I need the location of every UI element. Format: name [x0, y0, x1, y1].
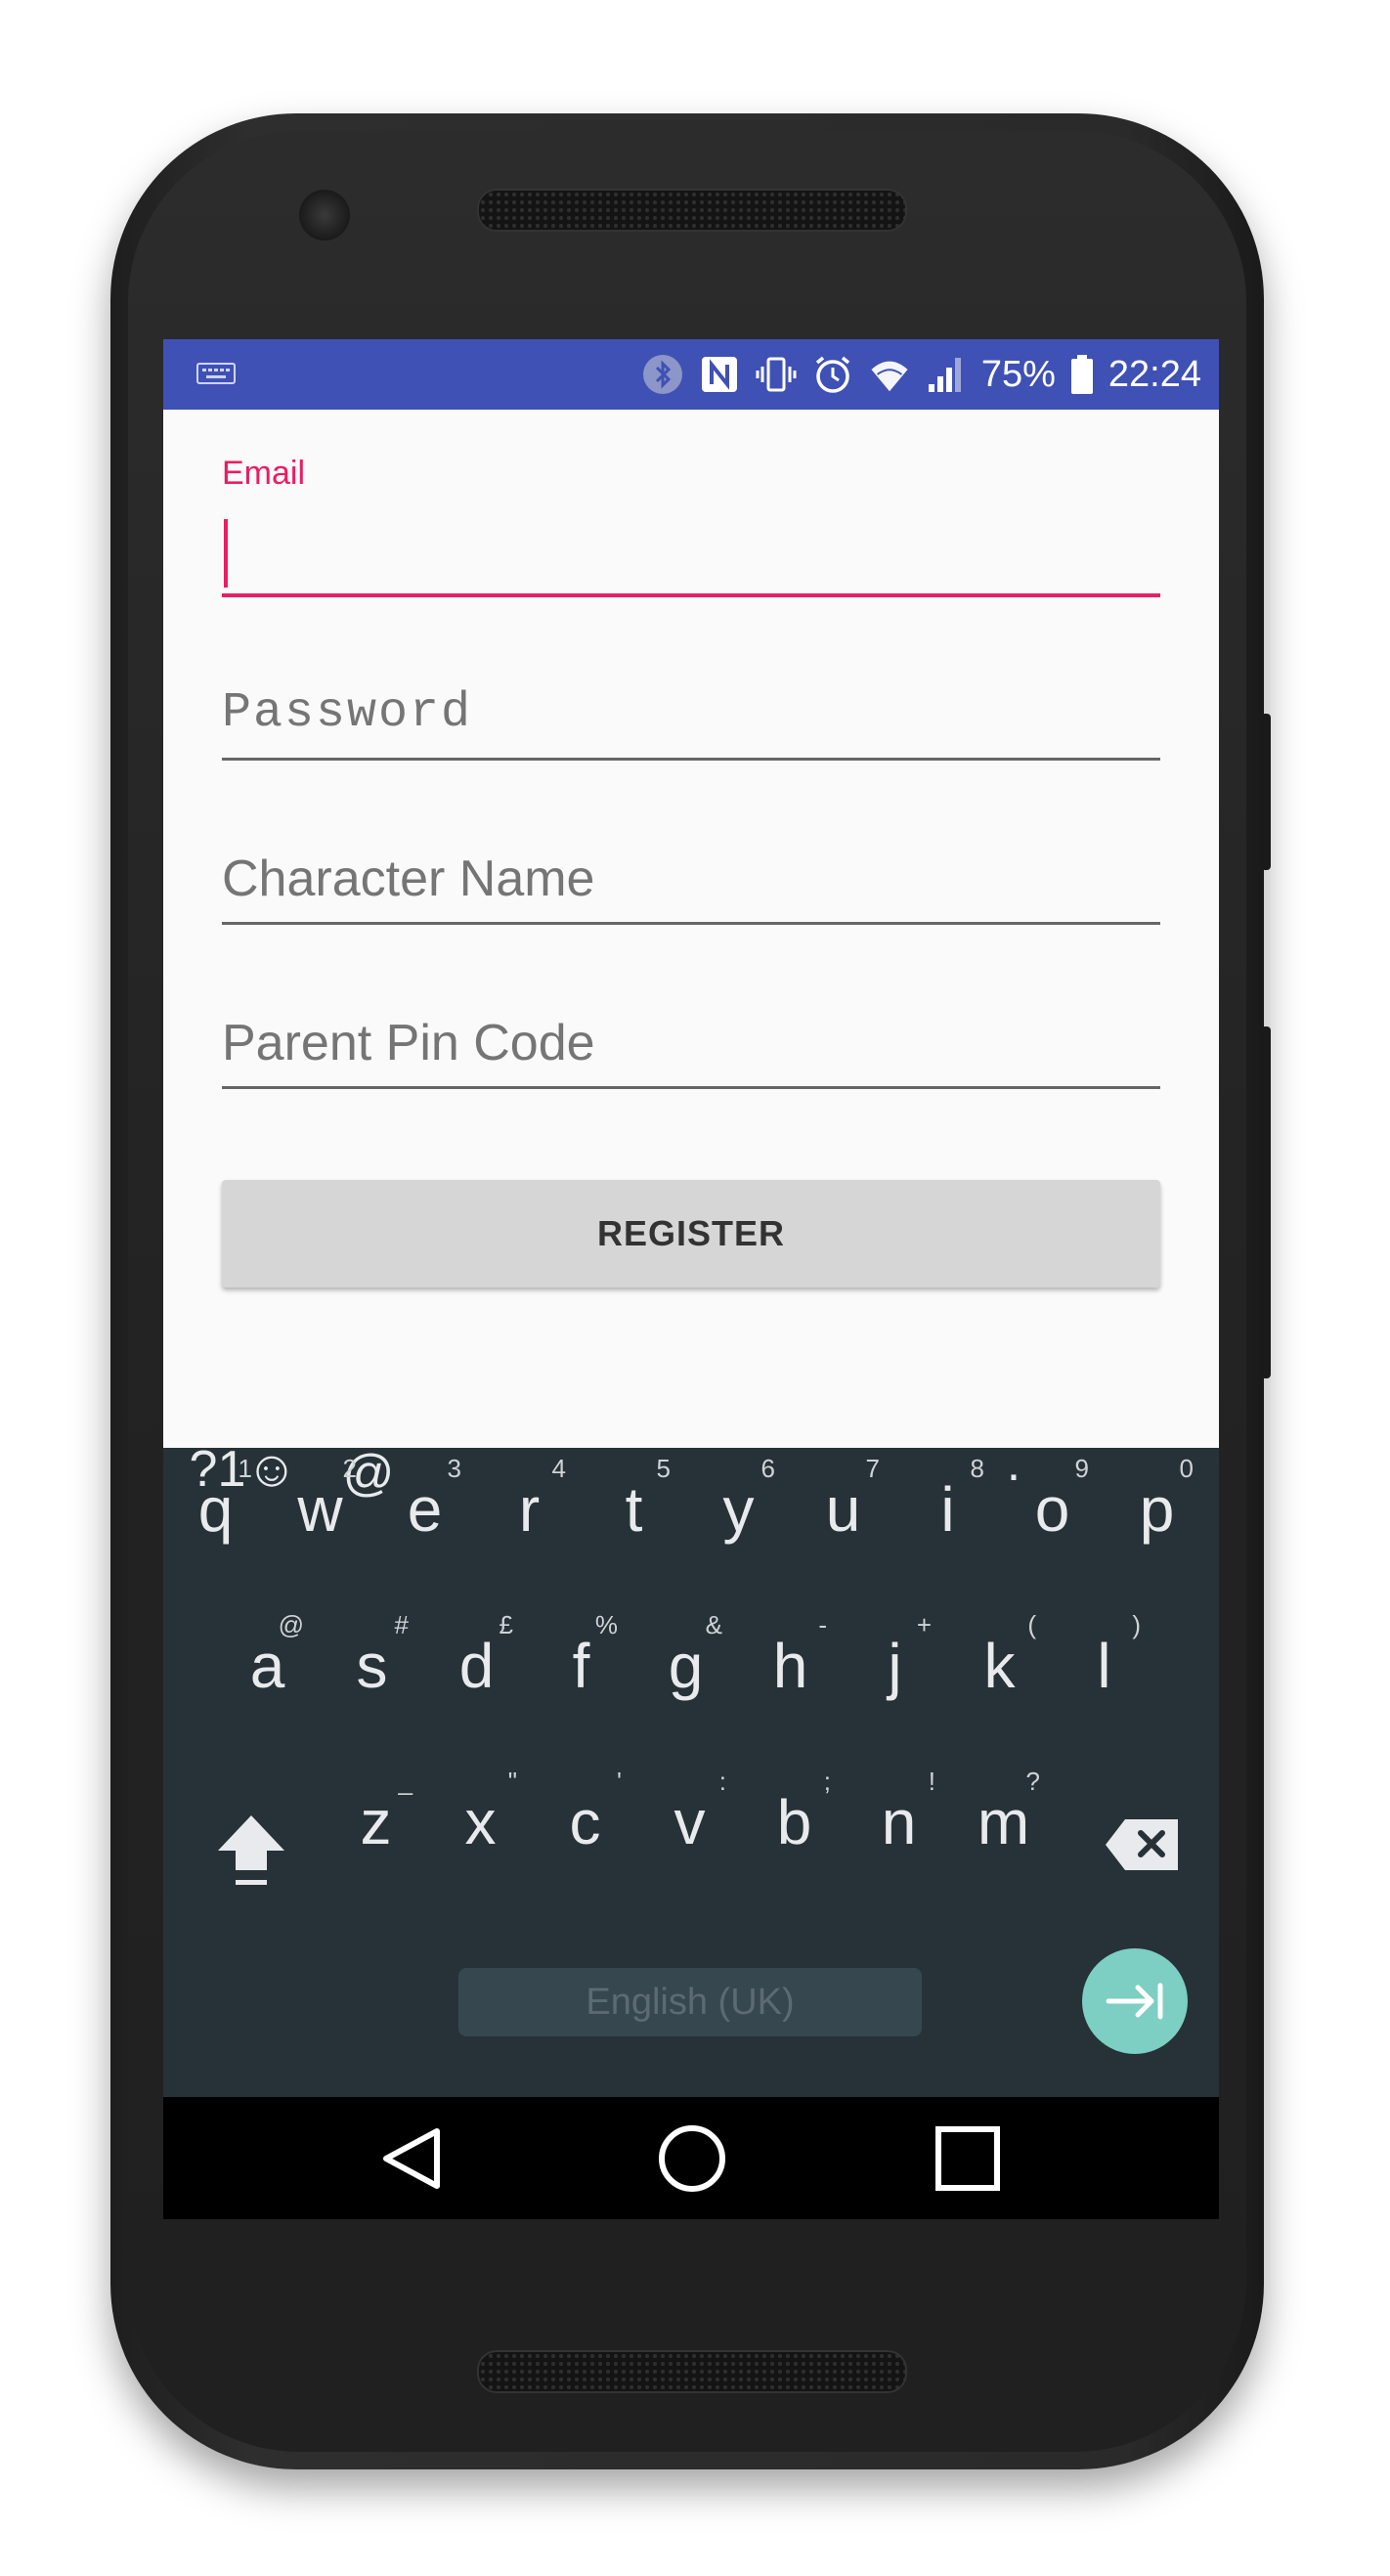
key-label: f — [572, 1631, 590, 1701]
key-t[interactable]: 5t — [582, 1454, 686, 1567]
clock: 22:24 — [1108, 353, 1201, 395]
bottom-speaker — [477, 2350, 907, 2393]
key-q[interactable]: 1q — [163, 1454, 268, 1567]
key-o[interactable]: 9o — [1000, 1454, 1105, 1567]
key-label: e — [407, 1474, 443, 1545]
email-field[interactable] — [222, 505, 1160, 593]
key-r[interactable]: 4r — [477, 1454, 582, 1567]
key-label: m — [977, 1787, 1030, 1857]
nfc-icon — [698, 353, 741, 396]
key-b[interactable]: ; b — [742, 1767, 847, 1880]
key-label: r — [518, 1474, 541, 1545]
character-name-field[interactable]: Character Name — [222, 850, 594, 908]
key-x[interactable]: " x — [428, 1767, 533, 1880]
shift-key[interactable] — [202, 1812, 300, 1899]
key-a[interactable]: @ a — [215, 1610, 320, 1724]
key-label: o — [1034, 1474, 1070, 1545]
home-icon[interactable] — [658, 2124, 726, 2193]
email-label: Email — [222, 455, 306, 492]
key-m[interactable]: ? m — [951, 1767, 1056, 1880]
vibrate-icon — [755, 353, 798, 396]
key-label: s — [356, 1631, 388, 1701]
key-label: u — [825, 1474, 861, 1545]
key-l[interactable]: ) l — [1052, 1610, 1156, 1724]
key-y[interactable]: 6y — [686, 1454, 791, 1567]
key-label: d — [458, 1631, 495, 1701]
key-s[interactable]: # s — [320, 1610, 424, 1724]
backspace-key[interactable] — [1094, 1817, 1192, 1896]
key-label: x — [464, 1787, 497, 1857]
tab-arrow-icon — [1106, 1983, 1163, 2020]
shift-arrow-icon — [218, 1815, 284, 1885]
key-label: j — [888, 1631, 902, 1701]
key-z[interactable]: _ z — [324, 1767, 428, 1880]
alarm-icon — [811, 353, 854, 396]
key-label: p — [1139, 1474, 1175, 1545]
key-f[interactable]: % f — [529, 1610, 633, 1724]
key-g[interactable]: & g — [633, 1610, 738, 1724]
keyboard-icon — [196, 363, 236, 384]
status-bar: 75% 22:24 — [163, 339, 1219, 410]
key-label: k — [983, 1631, 1016, 1701]
key-label: z — [360, 1787, 392, 1857]
key-j[interactable]: + j — [843, 1610, 947, 1724]
key-label: q — [197, 1474, 234, 1545]
key-label: g — [668, 1631, 704, 1701]
front-camera — [299, 190, 350, 240]
password-field-underline — [222, 758, 1160, 761]
battery-percent: 75% — [980, 353, 1056, 395]
key-p[interactable]: 0p — [1105, 1454, 1209, 1567]
signal-icon — [925, 353, 968, 396]
character-name-underline — [222, 922, 1160, 925]
key-v[interactable]: :v — [637, 1767, 742, 1880]
parent-pin-underline — [222, 1086, 1160, 1089]
key-label: w — [297, 1474, 343, 1545]
password-field[interactable]: Password — [222, 685, 472, 741]
key-n[interactable]: ! n — [847, 1767, 951, 1880]
power-button — [1261, 1026, 1271, 1378]
key-label: c — [569, 1787, 601, 1857]
key-w[interactable]: 2w — [268, 1454, 372, 1567]
key-e[interactable]: 3e — [372, 1454, 477, 1567]
key-label: h — [772, 1631, 808, 1701]
key-i[interactable]: 8i — [895, 1454, 1000, 1567]
screen: 75% 22:24 Email Password Character Name … — [163, 339, 1219, 2219]
volume-button — [1261, 714, 1271, 870]
text-cursor — [224, 519, 228, 588]
register-button[interactable]: REGISTER — [222, 1180, 1160, 1288]
key-label: i — [940, 1474, 955, 1545]
key-u[interactable]: 7u — [791, 1454, 895, 1567]
key-label: v — [673, 1787, 706, 1857]
wifi-icon — [868, 353, 911, 396]
key-h[interactable]: -h — [738, 1610, 843, 1724]
key-label: l — [1097, 1631, 1111, 1701]
key-d[interactable]: £ d — [424, 1610, 529, 1724]
key-label: n — [881, 1787, 917, 1857]
backspace-icon — [1106, 1819, 1178, 1870]
top-speaker — [477, 189, 907, 232]
bluetooth-icon — [641, 353, 684, 396]
key-k[interactable]: (k — [947, 1610, 1052, 1724]
battery-icon — [1069, 353, 1095, 396]
space-key[interactable]: English (UK) — [458, 1968, 922, 2036]
back-icon[interactable] — [380, 2126, 443, 2191]
key-label: a — [249, 1631, 285, 1701]
email-field-underline — [222, 593, 1160, 597]
next-field-button[interactable] — [1082, 1948, 1188, 2054]
key-label: b — [776, 1787, 812, 1857]
recents-icon[interactable] — [935, 2126, 1000, 2191]
navigation-bar — [163, 2097, 1219, 2219]
key-label: t — [625, 1474, 643, 1545]
key-label: y — [722, 1474, 755, 1545]
parent-pin-field[interactable]: Parent Pin Code — [222, 1014, 595, 1072]
key-c[interactable]: ' c — [533, 1767, 637, 1880]
